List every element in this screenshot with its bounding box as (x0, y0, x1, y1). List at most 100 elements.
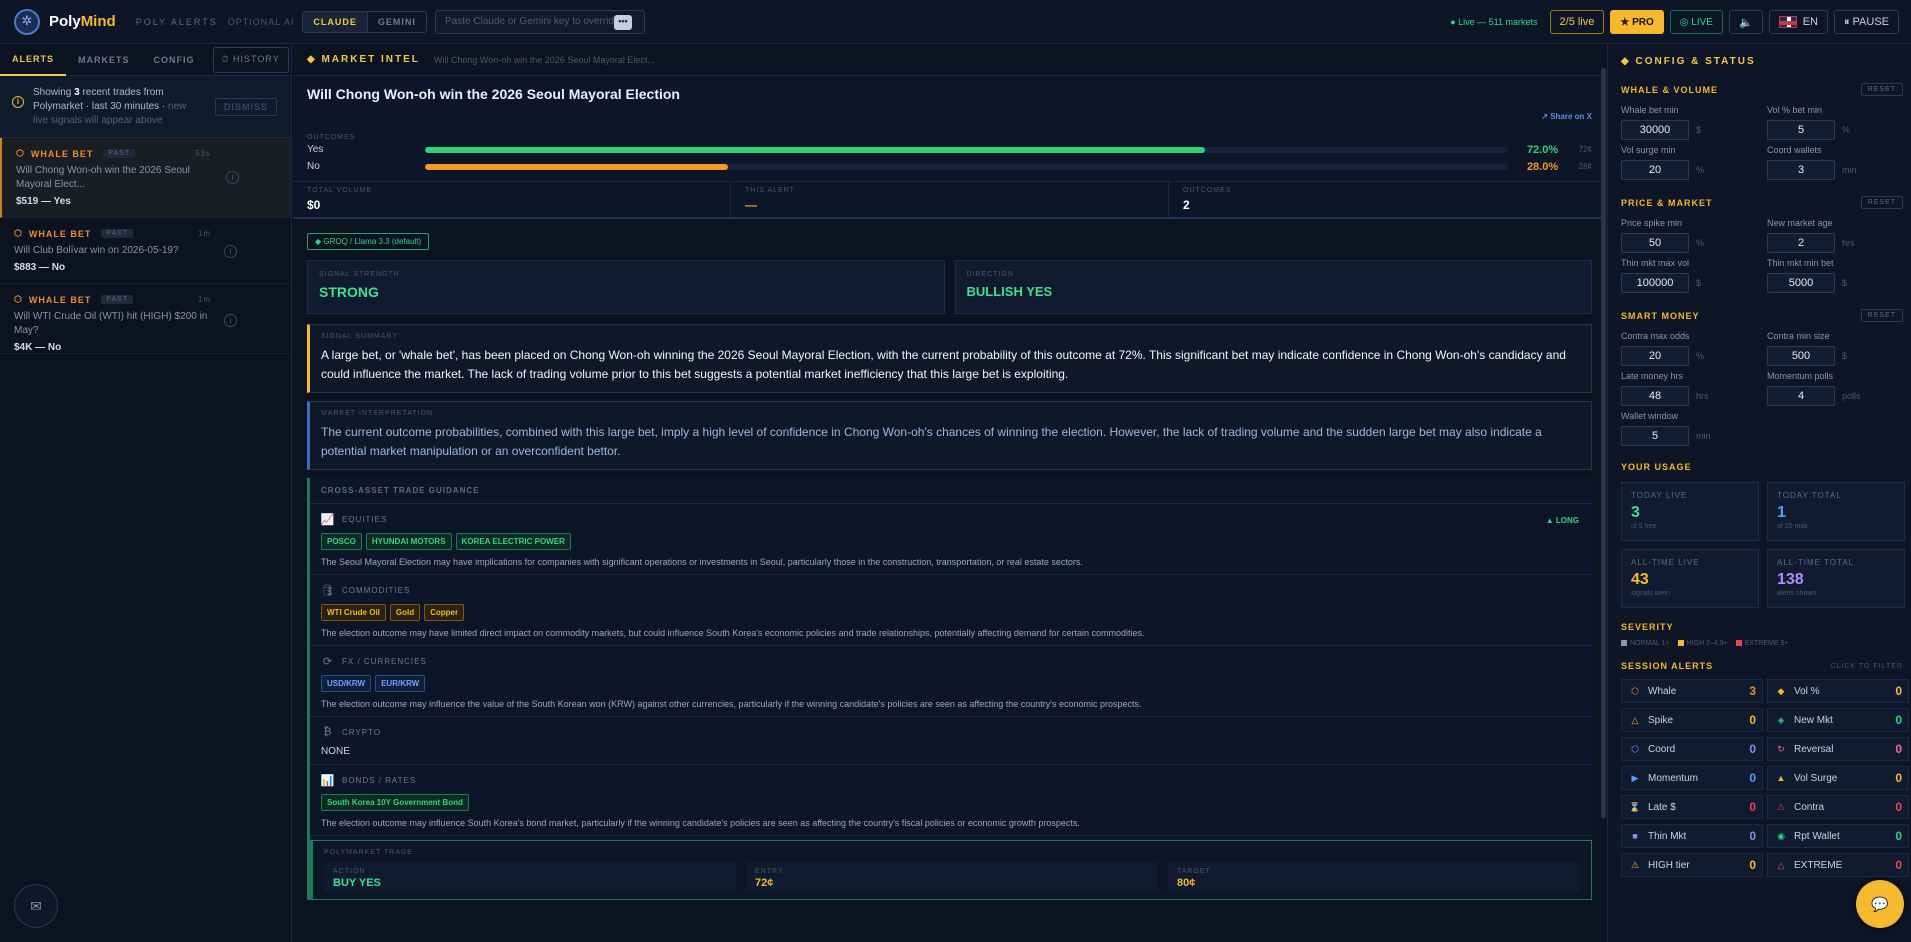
reset-button[interactable]: RESET (1860, 309, 1903, 322)
session-alert-filter[interactable]: ■ Thin Mkt 0 (1621, 824, 1763, 848)
alert-info-icon[interactable]: i (226, 171, 239, 184)
pause-button[interactable]: ⏸ PAUSE (1833, 10, 1899, 34)
alert-info-icon[interactable]: i (224, 314, 237, 327)
session-alert-count: 0 (1895, 858, 1902, 872)
session-alert-filter[interactable]: ▲ Vol Surge 0 (1767, 766, 1909, 790)
session-alert-filter[interactable]: ◆ Vol % 0 (1767, 679, 1909, 703)
config-field: Wallet window 5 min (1621, 411, 1767, 446)
field-input[interactable]: 4 (1767, 386, 1835, 406)
sound-button[interactable]: 🔈 (1728, 10, 1763, 34)
tab-alerts[interactable]: ALERTS (0, 44, 66, 76)
session-alert-filter[interactable]: △ Spike 0 (1621, 708, 1763, 732)
field-input[interactable]: 500 (1767, 346, 1835, 366)
share-on-x-link[interactable]: ↗ Share on X (1541, 112, 1592, 121)
section-title: YOUR USAGE (1621, 462, 1692, 472)
session-alert-filter[interactable]: ⚠ HIGH tier 0 (1621, 853, 1763, 877)
api-key-input[interactable]: Paste Claude or Gemini key to override •… (434, 9, 645, 34)
session-alert-filter[interactable]: ◈ New Mkt 0 (1767, 708, 1909, 732)
dismiss-button[interactable]: DISMISS (214, 98, 277, 116)
field-input[interactable]: 50 (1621, 233, 1689, 253)
alert-type-icon: ⚠ (1630, 859, 1640, 870)
crypto-value: NONE (321, 746, 350, 757)
live-toggle-button[interactable]: ◎ LIVE (1669, 10, 1723, 34)
alert-type-icon: ⚠ (1776, 801, 1786, 812)
session-alert-count: 0 (1895, 771, 1902, 785)
field-input[interactable]: 100000 (1621, 273, 1689, 293)
session-alerts-grid: ⬡ Whale 3 ◆ Vol % 0 △ Spike 0 ◈ New Mkt 0 ⬡ Coord 0 ↻ Re… (1621, 679, 1909, 877)
ticker-tag[interactable]: KOREA ELECTRIC POWER (455, 533, 571, 550)
field-unit: % (1696, 165, 1705, 175)
chat-button[interactable]: 💬 (1856, 880, 1904, 928)
alert-type: WHALE BET (28, 228, 92, 239)
fx-tag[interactable]: EUR/KRW (375, 675, 426, 692)
direction-label: DIRECTION (966, 271, 1014, 278)
center-scrollbar[interactable] (1601, 68, 1606, 818)
trade-box-label: ENTRY (755, 868, 784, 875)
field-input[interactable]: 2 (1767, 233, 1835, 253)
session-alert-filter[interactable]: ⌛ Late $ 0 (1621, 795, 1763, 819)
alert-type-icon: ◆ (1777, 685, 1785, 696)
alert-info-icon[interactable]: i (224, 245, 237, 258)
ticker-tag[interactable]: HYUNDAI MOTORS (365, 533, 452, 550)
field-row: 5000 $ (1767, 273, 1901, 293)
api-key-show-button[interactable]: ••• (613, 14, 632, 30)
tab-markets[interactable]: MARKETS (66, 44, 142, 76)
session-alert-filter[interactable]: ▶ Momentum 0 (1621, 766, 1763, 790)
claude-toggle[interactable]: CLAUDE (303, 11, 368, 32)
field-input[interactable]: 3 (1767, 160, 1835, 180)
ticker-tag[interactable]: POSCO (321, 533, 362, 550)
field-row: 5 min (1621, 426, 1767, 446)
usage-card: TODAY TOTAL 1 of 20 max (1767, 482, 1905, 541)
fx-tag[interactable]: USD/KRW (321, 675, 372, 692)
commodity-tag[interactable]: Copper (424, 604, 465, 621)
session-alert-count: 0 (1895, 684, 1902, 698)
config-field: Vol surge min 20% (1621, 145, 1767, 180)
field-label: Wallet window (1621, 411, 1679, 421)
alert-item[interactable]: ⬡ WHALE BET PAST 1m Will Club Bolívar win o… (0, 218, 291, 284)
model-badge[interactable]: ◆ GROQ / Llama 3.3 (default) (307, 233, 430, 250)
reset-button[interactable]: RESET (1860, 196, 1903, 209)
session-alert-filter[interactable]: ⬡ Whale 3 (1621, 679, 1763, 703)
bond-tag[interactable]: South Korea 10Y Government Bond (321, 794, 469, 811)
uk-flag-icon (1778, 16, 1797, 28)
field-input[interactable]: 5 (1767, 120, 1835, 140)
field-input[interactable]: 48 (1621, 386, 1689, 406)
session-alert-count: 3 (1749, 684, 1756, 698)
alert-age: 53s (195, 149, 211, 158)
session-alert-filter[interactable]: ◉ Rpt Wallet 0 (1767, 824, 1909, 848)
session-alert-filter[interactable]: ⚠ Contra 0 (1767, 795, 1909, 819)
config-field: New market age 2 hrs (1767, 218, 1901, 253)
field-input[interactable]: 5 (1621, 426, 1689, 446)
alert-item[interactable]: ⬡ WHALE BET PAST 53s Will Chong Won-oh win … (0, 138, 291, 218)
signal-strength-label: SIGNAL STRENGTH (319, 271, 400, 278)
commodity-tag[interactable]: Gold (389, 604, 421, 621)
pro-button[interactable]: ★ PRO (1610, 10, 1664, 34)
whale-icon: ⬡ (16, 148, 25, 158)
session-alert-filter[interactable]: ↻ Reversal 0 (1767, 737, 1909, 761)
reset-button[interactable]: RESET (1860, 83, 1903, 96)
session-alert-filter[interactable]: △ EXTREME 0 (1767, 853, 1909, 877)
market-title: Will Chong Won-oh win the 2026 Seoul May… (307, 86, 680, 102)
field-input[interactable]: 20 (1621, 346, 1689, 366)
mail-button[interactable]: ✉ (14, 884, 58, 928)
gemini-toggle[interactable]: GEMINI (368, 12, 426, 32)
field-input[interactable]: 30000 (1621, 120, 1689, 140)
usage-label: TODAY TOTAL (1777, 491, 1842, 500)
alert-type-icon: ⌛ (1629, 801, 1641, 812)
usage-card: ALL-TIME LIVE 43 signals seen (1621, 549, 1759, 608)
alert-item[interactable]: ⬡ WHALE BET PAST 1m Will WTI Crude Oil (WTI… (0, 284, 291, 354)
history-button[interactable]: ⏱ HISTORY (212, 46, 289, 73)
session-alert-filter[interactable]: ⬡ Coord 0 (1621, 737, 1763, 761)
tab-config[interactable]: CONFIG (142, 44, 207, 76)
field-input[interactable]: 5000 (1767, 273, 1835, 293)
info-icon: i (12, 96, 24, 108)
outcome-percent: 28.0% (1526, 160, 1559, 173)
signal-summary-label: SIGNAL SUMMARY (321, 333, 399, 340)
commodity-tag[interactable]: WTI Crude Oil (321, 604, 386, 621)
notice-part-a: Showing (33, 87, 75, 98)
field-input[interactable]: 20 (1621, 160, 1689, 180)
logo[interactable]: ✲ PolyMind (14, 8, 116, 35)
language-button[interactable]: EN (1768, 10, 1828, 34)
bonds-section: 📊 BONDS / RATES South Korea 10Y Governmen… (310, 765, 1592, 836)
config-field: Contra max odds 20% (1621, 331, 1767, 366)
